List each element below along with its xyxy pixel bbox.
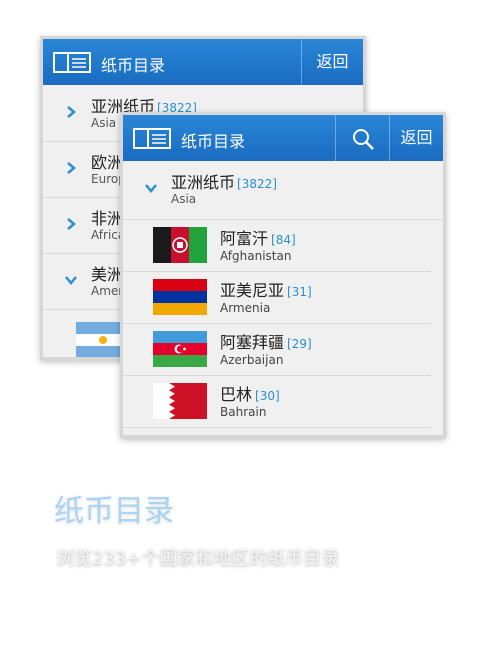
country-english-name: Azerbaijan: [220, 353, 284, 367]
category-name: 美洲: [91, 265, 124, 284]
app-title: 纸币目录: [101, 56, 166, 75]
chevron-right-icon: [67, 162, 76, 174]
note-count: [29]: [287, 337, 312, 351]
banknote-catalog-logo-icon: [133, 128, 171, 149]
country-row-azerbaijan[interactable]: 阿塞拜疆 [29] Azerbaijan: [123, 323, 431, 376]
back-button[interactable]: 返回: [389, 115, 443, 161]
chevron-right-icon: [67, 218, 76, 230]
promo-subtitle: 浏览233+个国家和地区的纸币目录: [56, 548, 340, 569]
back-button[interactable]: 返回: [301, 39, 363, 85]
category-english-name: Asia: [91, 116, 117, 130]
country-english-name: Armenia: [220, 301, 271, 315]
country-name: 阿富汗: [220, 229, 269, 248]
app-bar: 纸币目录 返回: [43, 39, 363, 85]
country-row-bahrain[interactable]: 巴林 [30] Bahrain: [123, 375, 431, 428]
banknote-catalog-logo-icon: [53, 52, 91, 73]
bahrain-flag-icon: [153, 383, 207, 419]
country-row-afghanistan[interactable]: 阿富汗 [84] Afghanistan: [123, 219, 431, 272]
note-count: [31]: [287, 285, 312, 299]
front-screen-card: 纸币目录 返回 亚洲纸币 [3822] Asia 阿富汗 [84] Afghanis…: [120, 112, 446, 438]
country-row-armenia[interactable]: 亚美尼亚 [31] Armenia: [123, 271, 431, 324]
country-english-name: Bahrain: [220, 405, 267, 419]
chevron-down-icon: [145, 184, 157, 193]
category-name: 非洲: [91, 209, 124, 228]
category-count: [3822]: [237, 177, 277, 191]
chevron-right-icon: [67, 106, 76, 118]
note-count: [84]: [271, 233, 296, 247]
afghanistan-flag-icon: [153, 227, 207, 263]
promo-title: 纸币目录: [54, 494, 174, 529]
country-english-name: Afghanistan: [220, 249, 292, 263]
category-english-name: Asia: [171, 192, 197, 206]
chevron-down-icon: [65, 276, 77, 285]
search-icon: [353, 129, 374, 150]
country-name: 亚美尼亚: [220, 281, 285, 300]
note-count: [30]: [255, 389, 280, 403]
category-name: 欧洲: [91, 153, 124, 172]
azerbaijan-flag-icon: [153, 331, 207, 367]
armenia-flag-icon: [153, 279, 207, 315]
country-name: 巴林: [220, 385, 253, 404]
app-bar: 纸币目录 返回: [123, 115, 443, 161]
country-name: 阿塞拜疆: [220, 333, 285, 352]
search-button[interactable]: [335, 115, 389, 161]
category-row[interactable]: 亚洲纸币 [3822] Asia: [123, 161, 443, 220]
app-title: 纸币目录: [181, 132, 246, 151]
category-name: 亚洲纸币: [171, 173, 236, 192]
